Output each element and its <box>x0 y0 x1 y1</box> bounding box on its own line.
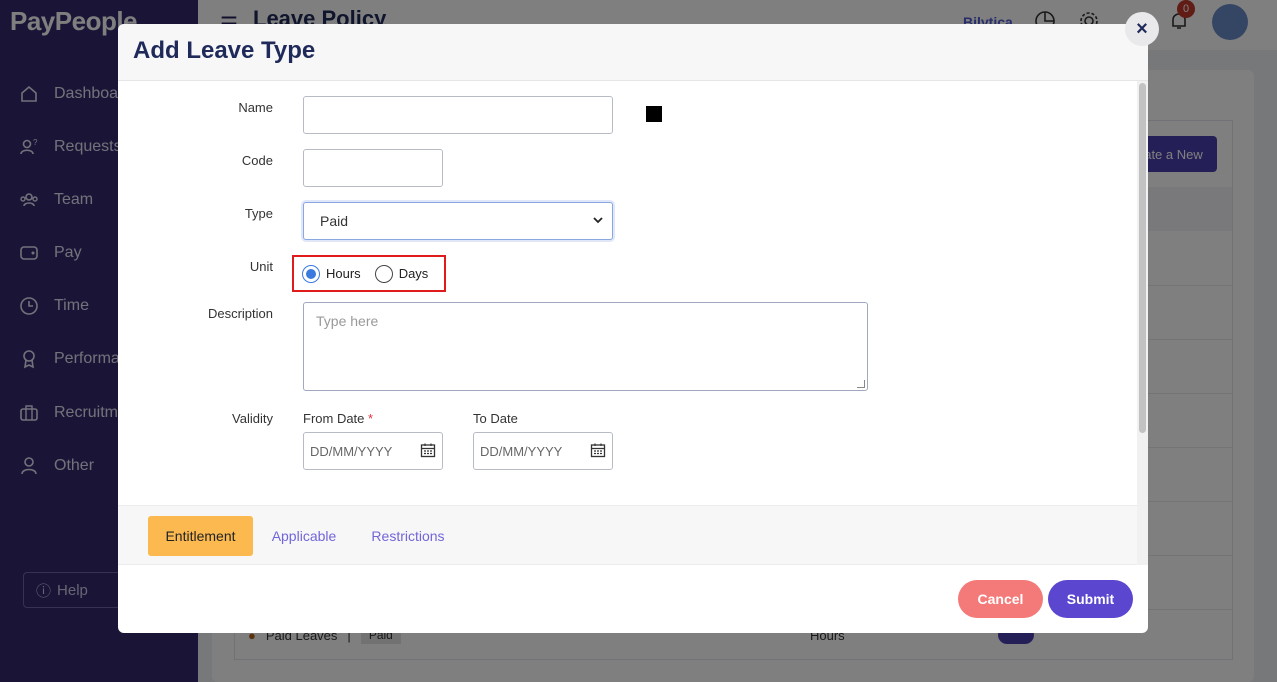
calendar-icon[interactable] <box>420 442 436 461</box>
validity-label: Validity <box>232 411 273 426</box>
chevron-down-icon <box>592 213 604 229</box>
from-date-input[interactable]: DD/MM/YYYY <box>303 432 443 470</box>
unit-radio-group: Hours Days <box>292 255 446 292</box>
unit-days-radio[interactable] <box>374 264 393 283</box>
from-date-label: From Date * <box>303 411 374 426</box>
color-picker[interactable] <box>646 106 662 122</box>
description-placeholder: Type here <box>316 313 379 329</box>
required-asterisk: * <box>368 411 374 426</box>
type-select[interactable]: Paid <box>303 202 613 240</box>
type-label: Type <box>244 206 273 221</box>
modal-title: Add Leave Type <box>133 37 316 64</box>
name-label: Name <box>238 100 273 115</box>
unit-label: Unit <box>249 259 273 274</box>
add-leave-type-modal: Add Leave Type Name Code Type Paid Unit … <box>118 24 1148 633</box>
calendar-icon[interactable] <box>590 442 606 461</box>
modal-header: Add Leave Type <box>118 24 1148 81</box>
code-input[interactable] <box>303 149 443 187</box>
scrollbar[interactable] <box>1137 81 1148 565</box>
unit-hours-radio[interactable] <box>302 264 320 283</box>
tab-entitlement[interactable]: Entitlement <box>148 516 253 556</box>
to-date-input[interactable]: DD/MM/YYYY <box>473 432 613 470</box>
description-textarea[interactable]: Type here <box>303 302 868 391</box>
submit-button[interactable]: Submit <box>1048 580 1133 618</box>
description-label: Description <box>207 306 273 321</box>
modal-tabs: Entitlement Applicable Restrictions <box>118 505 1138 565</box>
type-select-value: Paid <box>320 213 349 229</box>
to-date-placeholder: DD/MM/YYYY <box>480 443 563 459</box>
unit-hours-label[interactable]: Hours <box>326 266 361 281</box>
from-date-placeholder: DD/MM/YYYY <box>310 443 393 459</box>
close-icon[interactable]: × <box>1125 12 1159 46</box>
to-date-label: To Date <box>473 411 518 426</box>
tab-applicable[interactable]: Applicable <box>268 516 340 556</box>
unit-days-label[interactable]: Days <box>399 266 429 281</box>
cancel-button[interactable]: Cancel <box>958 580 1043 618</box>
name-input[interactable] <box>303 96 613 134</box>
resize-handle[interactable] <box>857 380 865 388</box>
tab-restrictions[interactable]: Restrictions <box>369 516 447 556</box>
code-label: Code <box>241 153 273 168</box>
